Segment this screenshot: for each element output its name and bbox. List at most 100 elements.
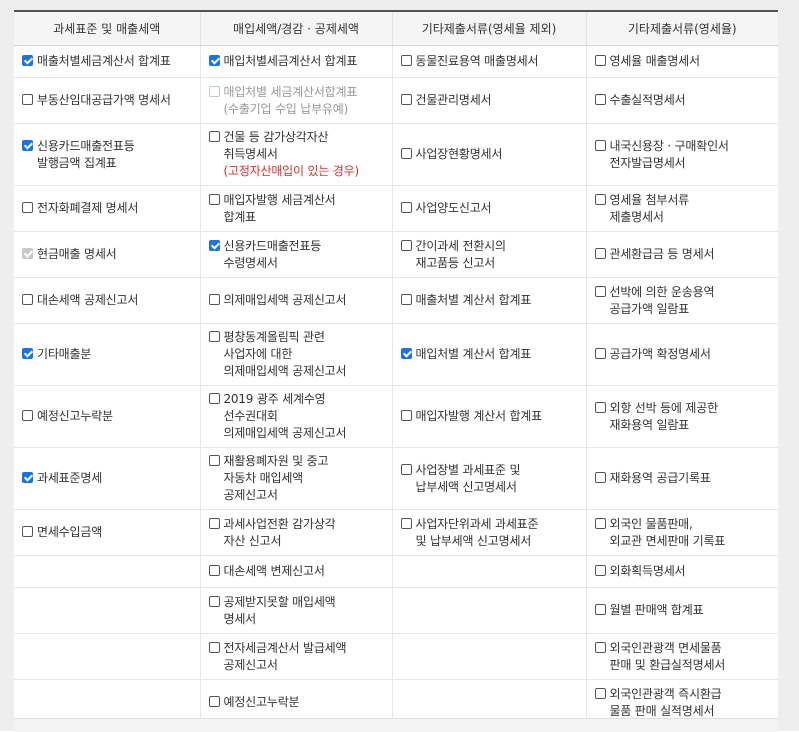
checkbox-option[interactable]: 대손세액 변제신고서 [208, 563, 384, 580]
checkbox-unchecked[interactable] [22, 410, 33, 421]
checkbox-unchecked[interactable] [594, 472, 606, 483]
table-cell: 대손세액 공제신고서 [14, 277, 201, 324]
checkbox-option[interactable]: 면세수입금액 [22, 524, 192, 541]
checkbox-unchecked[interactable] [594, 565, 606, 576]
checkbox-unchecked[interactable] [594, 55, 606, 66]
checkbox-option[interactable]: 매출처별 계산서 합계표 [400, 292, 578, 309]
checkbox-option[interactable]: 부동산임대공급가액 명세서 [22, 92, 192, 109]
checkbox-option[interactable]: 매입자발행 세금계산서 합계표 [208, 192, 384, 226]
checkbox-option[interactable]: 간이과세 전환시의 재고품등 신고서 [400, 238, 578, 272]
checkbox-unchecked[interactable] [400, 517, 412, 529]
checkbox-unchecked[interactable] [594, 517, 606, 529]
checkbox-unchecked[interactable] [208, 455, 220, 466]
checkbox-option[interactable]: 영세율 첨부서류 제출명세서 [594, 192, 771, 226]
checkbox-option[interactable]: 관세환급금 등 명세서 [594, 246, 771, 263]
checkbox-option[interactable]: 건물관리명세서 [400, 92, 578, 109]
checkbox-option[interactable]: 월별 판매액 합계표 [594, 602, 771, 619]
checkbox-option[interactable]: 기타매출분 [22, 346, 192, 363]
checkbox-option[interactable]: 외화획득명세서 [594, 563, 771, 580]
checkbox-option[interactable]: 신용카드매출전표등 발행금액 집계표 [22, 138, 192, 172]
checkbox-option[interactable]: 재화용역 공급기록표 [594, 470, 771, 487]
checkbox-unchecked[interactable] [22, 202, 33, 213]
checkbox-checked[interactable] [22, 472, 33, 483]
checkbox-unchecked[interactable] [208, 131, 220, 142]
checkbox-unchecked[interactable] [208, 331, 220, 342]
checkbox-unchecked[interactable] [208, 294, 220, 305]
checkbox-option[interactable]: 외국인관광객 면세물품 판매 및 환급실적명세서 [594, 640, 771, 674]
checkbox-option[interactable]: 매입처별세금계산서 합계표 [208, 53, 384, 70]
checkbox-unchecked[interactable] [594, 94, 606, 105]
checkbox-option[interactable]: 공급가액 확정명세서 [594, 346, 771, 363]
checkbox-unchecked[interactable] [400, 148, 412, 159]
checkbox-option[interactable]: 전자화폐결제 명세서 [22, 200, 192, 217]
checkbox-unchecked[interactable] [22, 526, 33, 537]
checkbox-unchecked[interactable] [594, 139, 606, 151]
checkbox-unchecked[interactable] [594, 348, 606, 359]
checkbox-checked[interactable] [22, 55, 33, 66]
checkbox-unchecked[interactable] [594, 401, 606, 413]
checkbox-unchecked[interactable] [400, 239, 412, 251]
checkbox-unchecked[interactable] [594, 641, 606, 653]
checkbox-checked[interactable] [208, 55, 220, 66]
checkbox-unchecked[interactable] [208, 393, 220, 404]
checkbox-unchecked[interactable] [208, 696, 220, 707]
checkbox-unchecked[interactable] [400, 294, 412, 305]
checkbox-option[interactable]: 매출처별세금계산서 합계표 [22, 53, 192, 70]
checkbox-unchecked[interactable] [594, 248, 606, 259]
table-cell: 건물 등 감가상각자산 취득명세서 (고정자산매입이 있는 경우) [200, 123, 393, 186]
checkbox-unchecked[interactable] [208, 641, 220, 653]
checkbox-checked[interactable] [22, 139, 33, 151]
checkbox-option[interactable]: 전자세금계산서 발급세액 공제신고서 [208, 640, 384, 674]
checkbox-checked[interactable] [208, 239, 220, 251]
checkbox-option[interactable]: 재활용폐자원 및 중고 자동차 매입세액 공제신고서 [208, 453, 384, 504]
checkbox-option[interactable]: 과세표준명세 [22, 470, 192, 487]
checkbox-unchecked[interactable] [400, 410, 412, 421]
checkbox-option[interactable]: 매입자발행 계산서 합계표 [400, 408, 578, 425]
checkbox-unchecked[interactable] [208, 565, 220, 576]
checkbox-option[interactable]: 예정신고누락분 [22, 408, 192, 425]
checkbox-option[interactable]: 대손세액 공제신고서 [22, 292, 192, 309]
checkbox-option[interactable]: 매입처별 계산서 합계표 [400, 346, 578, 363]
checkbox-option[interactable]: 평창동계올림픽 관련 사업자에 대한 의제매입세액 공제신고서 [208, 329, 384, 380]
table-cell: 전자세금계산서 발급세액 공제신고서 [200, 633, 393, 680]
checkbox-option[interactable]: 외국인 물품판매, 외교관 면세판매 기록표 [594, 516, 771, 550]
checkbox-unchecked[interactable] [594, 687, 606, 699]
checkbox-option[interactable]: 사업양도신고서 [400, 200, 578, 217]
label-line: 전자발급명세서 [609, 155, 686, 170]
checkbox-option[interactable]: 영세율 매출명세서 [594, 53, 771, 70]
checkbox-unchecked[interactable] [400, 202, 412, 213]
checkbox-unchecked[interactable] [400, 94, 412, 105]
checkbox-unchecked[interactable] [208, 193, 220, 205]
checkbox-option[interactable]: 사업장현황명세서 [400, 146, 578, 163]
checkbox-option[interactable]: 의제매입세액 공제신고서 [208, 292, 384, 309]
checkbox-unchecked[interactable] [594, 604, 606, 615]
label-line: 재화용역 공급기록표 [609, 471, 711, 485]
checkbox-option[interactable]: 과세사업전환 감가상각 자산 신고서 [208, 516, 384, 550]
checkbox-option[interactable]: 2019 광주 세계수영 선수권대회 의제매입세액 공제신고서 [208, 391, 384, 442]
checkbox-checked[interactable] [400, 348, 412, 359]
checkbox-unchecked[interactable] [22, 294, 33, 305]
checkbox-unchecked[interactable] [400, 463, 412, 475]
checkbox-checked[interactable] [22, 348, 33, 359]
checkbox-unchecked[interactable] [22, 94, 33, 105]
checkbox-option[interactable]: 사업장별 과세표준 및 납부세액 신고명세서 [400, 462, 578, 496]
checkbox-option[interactable]: 예정신고누락분 [208, 694, 384, 711]
checkbox-option[interactable]: 외국인관광객 즉시환급 물품 판매 실적명세서 [594, 686, 771, 720]
checkbox-unchecked[interactable] [208, 595, 220, 607]
checkbox-option[interactable]: 건물 등 감가상각자산 취득명세서 (고정자산매입이 있는 경우) [208, 129, 384, 180]
checkbox-option[interactable]: 공제받지못할 매입세액 명세서 [208, 594, 384, 628]
checkbox-option[interactable]: 외항 선박 등에 제공한 재화용역 일람표 [594, 400, 771, 434]
checkbox-unchecked[interactable] [594, 285, 606, 297]
checkbox-unchecked[interactable] [594, 193, 606, 205]
checkbox-option[interactable]: 수출실적명세서 [594, 92, 771, 109]
checkbox-option[interactable]: 선박에 의한 운송용역 공급가액 일람표 [594, 284, 771, 318]
horizontal-scrollbar[interactable] [14, 718, 778, 732]
checkbox-option[interactable]: 사업자단위과세 과세표준 및 납부세액 신고명세서 [400, 516, 578, 550]
checkbox-unchecked[interactable] [208, 517, 220, 529]
checkbox-option[interactable]: 내국신용장 · 구매확인서 전자발급명세서 [594, 138, 771, 172]
checkbox-unchecked[interactable] [400, 55, 412, 66]
checkbox-option[interactable]: 동물진료용역 매출명세서 [400, 53, 578, 70]
header-tax-base-sales: 과세표준 및 매출세액 [14, 12, 201, 46]
checkbox-option[interactable]: 신용카드매출전표등 수령명세서 [208, 238, 384, 272]
checkbox-label: 건물관리명세서 [416, 92, 492, 109]
